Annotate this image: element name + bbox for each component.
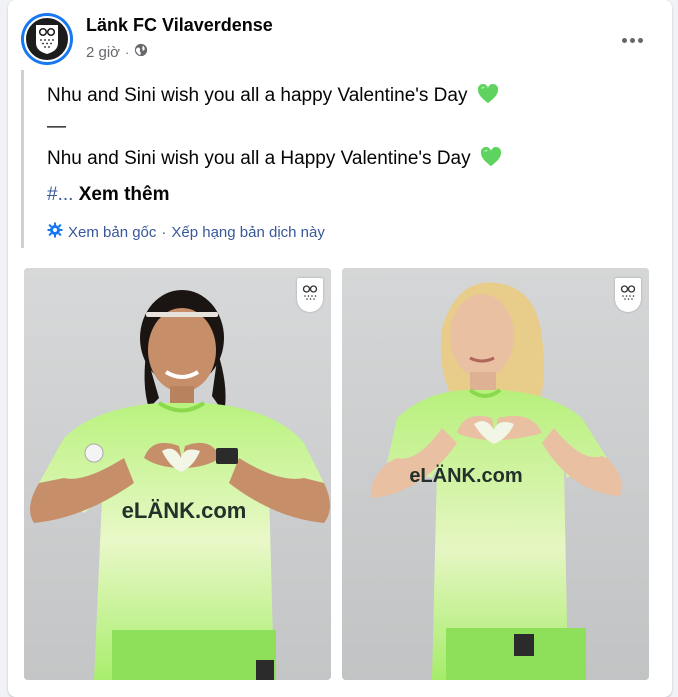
post-photo-1[interactable]: eLÄNK.com — [24, 268, 331, 680]
post-photo-2[interactable]: eLÄNK.com — [342, 268, 649, 680]
post-text-translated: Nhu and Sini wish you all a Happy Valent… — [47, 148, 471, 169]
gear-icon[interactable] — [47, 222, 63, 242]
player-photo-sini: eLÄNK.com — [342, 268, 649, 680]
jersey-sponsor-2: eLÄNK.com — [409, 464, 522, 487]
more-options-icon[interactable] — [614, 22, 650, 58]
player-photo-nhu: eLÄNK.com — [24, 268, 331, 680]
post-card: Länk FC Vilaverdense 2 giờ · Nhu and Sin… — [8, 0, 672, 697]
see-more-button[interactable]: Xem thêm — [79, 184, 170, 205]
club-crest-icon — [24, 16, 70, 62]
translation-quote-bar — [21, 70, 24, 248]
post-text-line-1: Nhu and Sini wish you all a happy Valent… — [47, 83, 499, 107]
club-crest-icon — [615, 278, 641, 312]
post-meta: 2 giờ · — [86, 43, 148, 61]
green-heart-icon — [480, 146, 502, 167]
page-name-link[interactable]: Länk FC Vilaverdense — [86, 15, 273, 36]
post-text-line-2: Nhu and Sini wish you all a Happy Valent… — [47, 146, 502, 170]
post-text-line-3: #... Xem thêm — [47, 184, 170, 206]
hashtag-truncated[interactable]: #... — [47, 184, 73, 205]
jersey-sponsor-1: eLÄNK.com — [122, 498, 247, 523]
translation-row: Xem bản gốc · Xếp hạng bản dịch này — [47, 222, 325, 242]
club-crest-icon — [297, 278, 323, 312]
post-divider: — — [47, 116, 66, 137]
view-original-link[interactable]: Xem bản gốc — [68, 224, 156, 241]
page-avatar[interactable] — [21, 13, 73, 65]
globe-icon — [134, 43, 148, 61]
green-heart-icon — [477, 83, 499, 104]
post-text-english: Nhu and Sini wish you all a happy Valent… — [47, 85, 468, 106]
post-time[interactable]: 2 giờ — [86, 44, 120, 61]
translation-separator: · — [161, 223, 167, 241]
rate-translation-link[interactable]: Xếp hạng bản dịch này — [171, 224, 324, 241]
meta-separator: · — [125, 44, 130, 60]
